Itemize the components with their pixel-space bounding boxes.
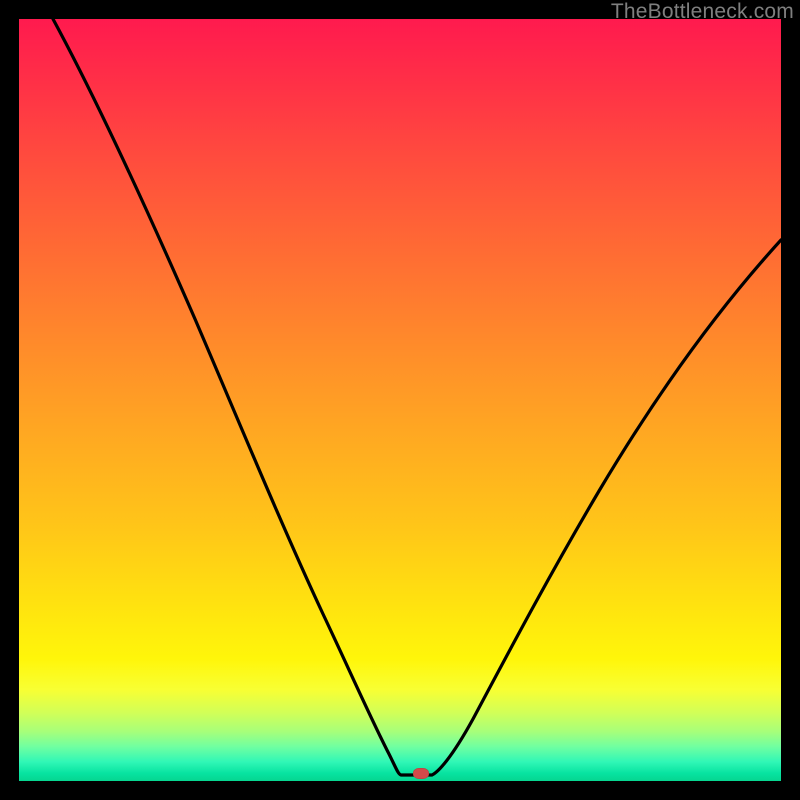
bottleneck-curve bbox=[19, 19, 781, 781]
minimum-marker bbox=[413, 768, 429, 779]
plot-area bbox=[19, 19, 781, 781]
chart-stage: TheBottleneck.com bbox=[0, 0, 800, 800]
curve-path bbox=[53, 19, 781, 775]
watermark-text: TheBottleneck.com bbox=[611, 0, 794, 24]
